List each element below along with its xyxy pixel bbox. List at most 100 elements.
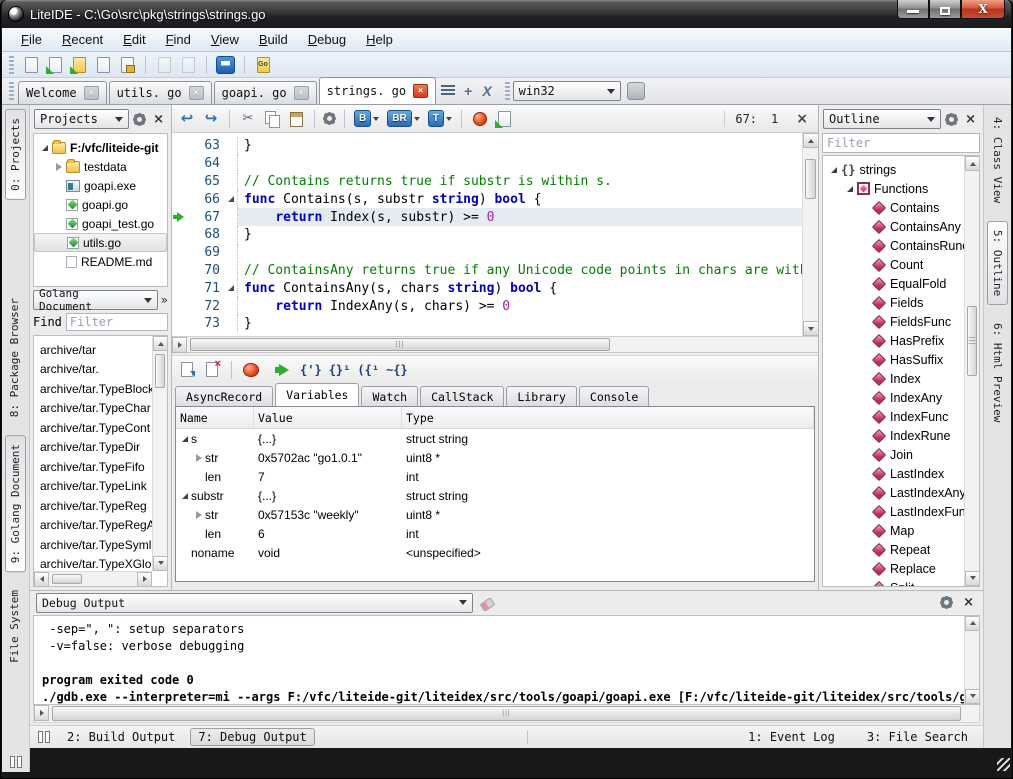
save-session-icon[interactable] [203, 361, 221, 379]
code-line[interactable]: 68} [172, 226, 802, 244]
run-to-line-icon[interactable]: ~{} [386, 363, 408, 377]
code-line[interactable]: 67 return Index(s, substr) >= 0 [172, 208, 802, 226]
outline-item[interactable]: LastIndex [823, 464, 964, 483]
code-line[interactable]: 65// Contains returns true if substr is … [172, 173, 802, 191]
step-out-icon[interactable]: ({¹ [357, 363, 379, 377]
doc-view-combo[interactable]: Golang Document [33, 290, 158, 310]
debug-output-console[interactable]: -sep=", ": setup separators -v=false: ve… [33, 615, 980, 705]
outline-item[interactable]: Map [823, 521, 964, 540]
column-header-type[interactable]: Type [402, 407, 814, 428]
build-t-button[interactable]: T [428, 110, 452, 127]
code-line[interactable]: 73} [172, 315, 802, 333]
outline-item[interactable]: FieldsFunc [823, 312, 964, 331]
code-editor[interactable]: 63}6465// Contains returns true if subst… [172, 133, 818, 337]
side-tab-5-outline[interactable]: 5: Outline [987, 221, 1008, 305]
panel-close-icon[interactable]: × [960, 595, 977, 610]
tab-list-icon[interactable] [441, 85, 455, 97]
list-item[interactable]: archive/tar.TypeReg [40, 496, 152, 516]
statusbar-3-file-search[interactable]: 3: File Search [860, 729, 975, 745]
expander-open-icon[interactable] [843, 186, 856, 192]
save-file-icon[interactable] [94, 56, 112, 74]
debug-tab-console[interactable]: Console [579, 386, 649, 406]
step-into-icon[interactable]: {}¹ [329, 363, 351, 377]
outline-vscrollbar[interactable]: ||| [964, 156, 979, 586]
tabbar-grip[interactable] [9, 82, 14, 100]
build-b-button[interactable]: B [354, 110, 379, 127]
outline-item[interactable]: {}strings [823, 160, 964, 179]
close-button[interactable]: X [961, 0, 1005, 19]
side-tab-0-projects[interactable]: 0: Projects [5, 109, 26, 200]
build-target-combo[interactable]: win32 [513, 81, 621, 101]
editor-hscrollbar[interactable]: ||| [172, 337, 818, 353]
tree-item[interactable]: README.md [34, 252, 167, 271]
copy-icon[interactable] [263, 110, 281, 128]
code-line[interactable]: 71func ContainsAny(s, chars string) bool… [172, 279, 802, 297]
minimize-button[interactable] [897, 0, 929, 19]
editor-vscrollbar[interactable] [802, 133, 818, 336]
document-tab-4[interactable]: strings. go× [319, 77, 436, 104]
output-vscrollbar[interactable] [964, 616, 979, 704]
debug-tab-callstack[interactable]: CallStack [420, 386, 504, 406]
list-item[interactable]: archive/tar.TypeCont [40, 418, 152, 438]
side-tab-9-golang-document[interactable]: 9: Golang Document [5, 435, 26, 572]
expander-open-icon[interactable] [827, 167, 840, 173]
tree-item[interactable]: utils.go [34, 233, 167, 252]
panel-gear-icon[interactable] [941, 597, 952, 608]
output-hscrollbar[interactable]: ||| [33, 705, 980, 723]
list-item[interactable]: archive/tar.TypeLink [40, 477, 152, 497]
list-item[interactable]: archive/tar.TypeXGlobal [40, 555, 152, 571]
statusbar-7-debug-output[interactable]: 7: Debug Output [190, 728, 314, 746]
menu-help[interactable]: Help [357, 30, 402, 49]
find-filter-input[interactable] [66, 313, 168, 331]
outline-item[interactable]: Functions [823, 179, 964, 198]
table-row[interactable]: len7int [176, 467, 814, 486]
statusbar-1-event-log[interactable]: 1: Event Log [741, 729, 842, 745]
table-row[interactable]: str0x57153c "weekly"uint8 * [176, 505, 814, 524]
list-item[interactable]: archive/tar.TypeRegA [40, 516, 152, 536]
package-list-hscrollbar[interactable] [34, 571, 152, 586]
list-item[interactable]: archive/tar.TypeSymlink [40, 535, 152, 555]
list-item[interactable]: archive/tar.TypeBlock [40, 379, 152, 399]
menu-find[interactable]: Find [157, 30, 200, 49]
expander-open-icon[interactable] [38, 145, 51, 151]
table-row[interactable]: substr{...}struct string [176, 486, 814, 505]
outline-item[interactable]: HasSuffix [823, 350, 964, 369]
build-br-button[interactable]: BR [387, 110, 419, 127]
package-list-vscrollbar[interactable] [152, 336, 167, 571]
outline-item[interactable]: ContainsRune [823, 236, 964, 255]
panel-close-icon[interactable]: × [962, 112, 979, 127]
outline-item[interactable]: Repeat [823, 540, 964, 559]
outline-item[interactable]: Fields [823, 293, 964, 312]
tab-close-icon[interactable]: × [413, 84, 428, 98]
outline-item[interactable]: IndexFunc [823, 407, 964, 426]
save-all-icon[interactable] [118, 56, 136, 74]
menu-edit[interactable]: Edit [114, 30, 154, 49]
table-row[interactable]: str0x5702ac "go1.0.1"uint8 * [176, 448, 814, 467]
expander-closed-icon[interactable] [192, 511, 205, 519]
stop-debug-icon[interactable] [242, 361, 260, 379]
dock-layout-icon[interactable] [10, 756, 22, 768]
outline-view-combo[interactable]: Outline [823, 109, 941, 129]
list-item[interactable]: archive/tar [40, 340, 152, 360]
close-all-icon[interactable]: X [477, 83, 496, 99]
menu-file[interactable]: File [12, 30, 51, 49]
outline-item[interactable]: EqualFold [823, 274, 964, 293]
debug-tab-variables[interactable]: Variables [275, 383, 359, 406]
document-tab-2[interactable]: utils. go× [109, 81, 212, 104]
statusbar-2-build-output[interactable]: 2: Build Output [60, 729, 182, 745]
statusbar-dock-icon[interactable] [38, 731, 50, 743]
expander-icon[interactable]: » [161, 293, 168, 307]
outline-item[interactable]: IndexRune [823, 426, 964, 445]
fold-marker-icon[interactable] [224, 190, 238, 208]
tree-item[interactable]: F:/vfc/liteide-git [34, 138, 167, 157]
table-row[interactable]: s{...}struct string [176, 429, 814, 448]
open-folder-icon[interactable] [70, 56, 88, 74]
side-tab-4-class-view[interactable]: 4: Class View [988, 109, 1007, 211]
code-line[interactable]: 63} [172, 137, 802, 155]
outline-item[interactable]: ContainsAny [823, 217, 964, 236]
code-line[interactable]: 64 [172, 155, 802, 173]
redo-icon[interactable]: ↪ [202, 110, 220, 128]
outline-item[interactable]: Count [823, 255, 964, 274]
step-over-icon[interactable]: {'} [300, 363, 322, 377]
outline-filter-input[interactable] [822, 133, 980, 153]
